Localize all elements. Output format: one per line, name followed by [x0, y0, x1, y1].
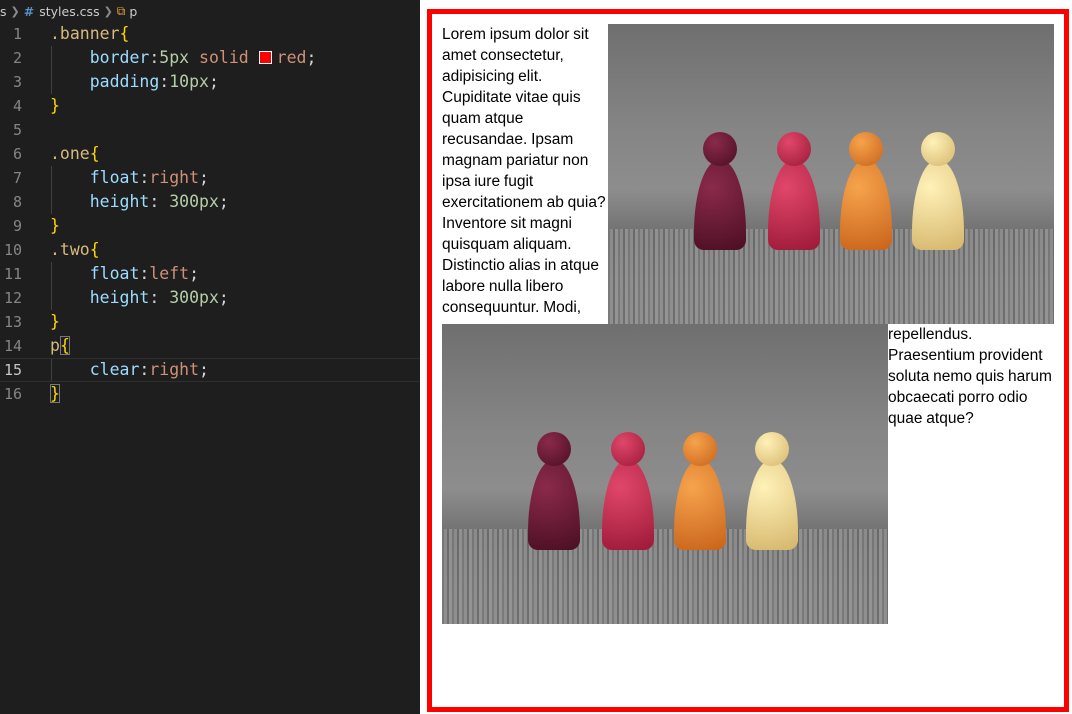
line-number: 1 — [12, 25, 22, 43]
value-clear: right — [149, 360, 200, 379]
code-line[interactable]: 11 float:left; — [0, 262, 420, 286]
property-padding: padding — [89, 72, 160, 91]
line-number: 3 — [12, 73, 22, 91]
code-line[interactable]: 14 p{ — [0, 334, 420, 358]
color-swatch-icon[interactable] — [258, 51, 272, 64]
line-number: 13 — [3, 313, 22, 331]
line-number: 12 — [3, 289, 22, 307]
line-number: 15 — [3, 361, 22, 379]
line-number: 10 — [3, 241, 22, 259]
line-number: 4 — [12, 97, 22, 115]
line-number: 6 — [12, 145, 22, 163]
code-editor[interactable]: s ❯ # styles.css ❯ ⧉ p 1 .banner{ 2 borde… — [0, 0, 420, 714]
value-height: 300px — [169, 288, 219, 307]
pawns-image-left — [442, 324, 888, 624]
property-height: height — [89, 192, 150, 211]
line-number: 7 — [12, 169, 22, 187]
property-float: float — [89, 264, 140, 283]
line-number: 14 — [3, 337, 22, 355]
line-number: 5 — [12, 121, 22, 139]
code-line[interactable]: 12 height: 300px; — [0, 286, 420, 310]
code-line[interactable]: 6 .one{ — [0, 142, 420, 166]
code-line[interactable]: 3 padding:10px; — [0, 70, 420, 94]
code-line[interactable]: 8 height: 300px; — [0, 190, 420, 214]
breadcrumb-file[interactable]: styles.css — [39, 4, 99, 19]
css-file-icon: # — [23, 3, 35, 19]
line-number: 8 — [12, 193, 22, 211]
code-line[interactable]: 2 border:5px solid red; — [0, 46, 420, 70]
code-area[interactable]: 1 .banner{ 2 border:5px solid red; 3 padd… — [0, 22, 420, 406]
browser-preview: Lorem ipsum dolor sit amet consectetur, … — [420, 0, 1072, 714]
value-float: left — [149, 264, 190, 283]
selector-one: .one — [50, 144, 90, 163]
code-line[interactable]: 13} — [0, 310, 420, 334]
banner-container: Lorem ipsum dolor sit amet consectetur, … — [427, 9, 1069, 712]
property-border: border — [89, 48, 150, 67]
breadcrumb-symbol[interactable]: p — [129, 4, 137, 19]
property-clear: clear — [89, 360, 140, 379]
value-height: 300px — [169, 192, 219, 211]
code-line[interactable]: 1 .banner{ — [0, 22, 420, 46]
selector-p: p — [50, 336, 60, 355]
selector-symbol-icon: ⧉ — [116, 3, 126, 18]
selector-banner: .banner — [50, 24, 120, 43]
code-line[interactable]: 9} — [0, 214, 420, 238]
chevron-right-icon: ❯ — [103, 4, 113, 18]
breadcrumb-folder[interactable]: s — [0, 4, 7, 19]
value-float: right — [149, 168, 200, 187]
chevron-right-icon: ❯ — [10, 4, 20, 18]
property-float: float — [89, 168, 140, 187]
code-line-active[interactable]: 15 clear:right; — [0, 358, 420, 382]
value-color: red — [276, 48, 307, 67]
code-line[interactable]: 7 float:right; — [0, 166, 420, 190]
code-line[interactable]: 10 .two{ — [0, 238, 420, 262]
line-number: 16 — [3, 385, 22, 403]
code-line[interactable]: 16} — [0, 382, 420, 406]
property-height: height — [89, 288, 150, 307]
breadcrumb: s ❯ # styles.css ❯ ⧉ p — [0, 0, 420, 22]
line-number: 11 — [3, 265, 22, 283]
line-number: 2 — [12, 49, 22, 67]
selector-two: .two — [50, 240, 90, 259]
line-number: 9 — [12, 217, 22, 235]
code-line[interactable]: 4} — [0, 94, 420, 118]
pawns-image-right — [608, 24, 1054, 324]
code-line[interactable]: 5 — [0, 118, 420, 142]
value-padding: 10px — [169, 72, 209, 91]
